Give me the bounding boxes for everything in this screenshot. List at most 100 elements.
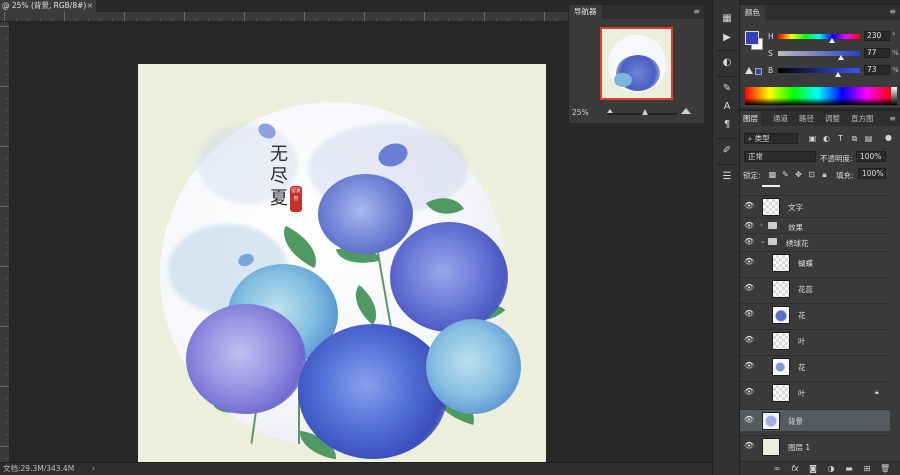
saturation-slider[interactable]: [778, 51, 860, 56]
lock-all-icon[interactable]: 🔒︎: [820, 170, 829, 179]
divider: [717, 138, 737, 139]
hue-input[interactable]: 230: [864, 31, 890, 41]
brush-icon[interactable]: ✐: [720, 144, 734, 158]
visibility-eye-icon[interactable]: 👁︎: [744, 336, 754, 344]
lock-transparent-icon[interactable]: ▩: [768, 170, 777, 179]
visibility-eye-icon[interactable]: 👁︎: [744, 442, 754, 450]
tab-channels[interactable]: 通道: [770, 111, 791, 126]
layer-row[interactable]: 👁︎ 文字: [740, 195, 890, 217]
artboard[interactable]: 无 尽 夏 留夏春: [138, 64, 546, 472]
trash-icon[interactable]: 🗑︎: [880, 464, 890, 474]
lock-paint-icon[interactable]: ✎: [781, 170, 790, 179]
visibility-eye-icon[interactable]: 👁︎: [744, 258, 754, 266]
foreground-color-swatch[interactable]: [745, 31, 759, 45]
layer-name: 蝴蝶: [798, 259, 813, 268]
zoom-in-icon[interactable]: [681, 108, 691, 114]
filter-kind-dropdown[interactable]: ⌕ 类型: [744, 133, 798, 144]
status-menu-arrow[interactable]: ›: [92, 463, 95, 475]
tab-color[interactable]: 颜色: [740, 5, 765, 20]
ruler-tick: [244, 12, 245, 21]
hue-slider-knob[interactable]: [829, 38, 835, 43]
horizontal-ruler[interactable]: [0, 12, 568, 22]
out-of-gamut-warning-icon[interactable]: [745, 67, 753, 74]
vertical-ruler[interactable]: [0, 22, 10, 462]
filter-type-icon[interactable]: T: [836, 134, 845, 143]
layer-thumbnail: [772, 358, 790, 376]
color-spectrum-bar[interactable]: [745, 87, 891, 105]
layer-row[interactable]: 👁︎ 蝴蝶: [740, 251, 890, 273]
play-icon[interactable]: ▶: [720, 31, 734, 45]
lock-icon[interactable]: 🔒︎: [875, 388, 879, 397]
fill-input[interactable]: 100%: [858, 168, 886, 179]
layer-row[interactable]: 👁︎ 叶: [740, 329, 890, 351]
brightness-input[interactable]: 73: [864, 65, 890, 75]
panel-icon-strip: ▦ ▶ ◐ ✎ A ¶ ✐ ☰: [712, 0, 740, 475]
panel-menu-icon[interactable]: ≡: [889, 114, 896, 123]
zoom-slider-knob[interactable]: [642, 109, 648, 115]
grayscale-bar[interactable]: [891, 87, 897, 105]
chevron-down-icon[interactable]: ⌄: [760, 237, 766, 245]
tab-layers[interactable]: 图层: [740, 111, 761, 126]
visibility-eye-icon[interactable]: 👁︎: [744, 238, 754, 246]
chevron-right-icon[interactable]: ›: [760, 221, 763, 229]
paragraph-icon[interactable]: ¶: [720, 118, 734, 132]
mask-icon[interactable]: ◙: [808, 464, 818, 474]
layer-row-selected[interactable]: 👁︎ 背景: [740, 409, 890, 431]
close-icon[interactable]: ×: [87, 0, 93, 12]
adjust-icon[interactable]: ◐: [720, 56, 734, 70]
visibility-eye-icon[interactable]: 👁︎: [744, 202, 754, 210]
tab-adjustments[interactable]: 调整: [822, 111, 843, 126]
tab-histogram[interactable]: 直方图: [848, 111, 877, 126]
layer-row[interactable]: 👁︎ 花: [740, 303, 890, 325]
lock-label: 锁定:: [743, 171, 761, 180]
visibility-eye-icon[interactable]: 👁︎: [744, 362, 754, 370]
gamut-swatch[interactable]: [755, 68, 762, 75]
hue-slider[interactable]: [778, 34, 860, 39]
filter-pixel-icon[interactable]: ▣: [808, 134, 817, 143]
visibility-eye-icon[interactable]: 👁︎: [744, 416, 754, 424]
tab-navigator[interactable]: 导航器: [569, 5, 602, 19]
tab-paths[interactable]: 路径: [796, 111, 817, 126]
blend-mode-value: 正常: [748, 152, 763, 161]
saturation-input[interactable]: 77: [864, 48, 890, 58]
layer-group-row[interactable]: 👁︎ ⌄ 绣球花: [740, 233, 890, 249]
layer-list-top-edge: [740, 185, 890, 188]
panel-menu-icon[interactable]: ≡: [693, 7, 700, 16]
document-tab[interactable]: @ 25% (背景, RGB/8#) ×: [0, 0, 96, 12]
swatches-grid-icon[interactable]: ▦: [720, 12, 734, 26]
new-layer-icon[interactable]: ⊞: [862, 464, 872, 474]
navigator-thumbnail[interactable]: [600, 27, 673, 100]
layer-group-row[interactable]: 👁︎ › 效果: [740, 217, 890, 233]
layer-row[interactable]: 👁︎ 图层 1: [740, 435, 890, 457]
saturation-slider-knob[interactable]: [838, 55, 844, 60]
filter-adjust-icon[interactable]: ◐: [822, 134, 831, 143]
panel-menu-icon[interactable]: ≡: [889, 7, 896, 16]
brightness-slider[interactable]: [778, 68, 860, 73]
layer-row[interactable]: 👁︎ 叶 🔒︎: [740, 381, 890, 403]
canvas-workspace[interactable]: 无 尽 夏 留夏春: [10, 22, 568, 472]
sliders-icon[interactable]: ☰: [720, 170, 734, 184]
layer-name: 图层 1: [788, 443, 811, 452]
filter-toggle-icon[interactable]: ●: [884, 133, 893, 142]
brightness-slider-knob[interactable]: [835, 72, 841, 77]
adjustment-icon[interactable]: ◑: [826, 464, 836, 474]
folder-icon[interactable]: ▬: [844, 464, 854, 474]
visibility-eye-icon[interactable]: 👁︎: [744, 284, 754, 292]
filter-shape-icon[interactable]: ⧉: [850, 134, 859, 143]
fx-icon[interactable]: fx: [790, 464, 800, 474]
link-icon[interactable]: ∞: [772, 464, 782, 474]
visibility-eye-icon[interactable]: 👁︎: [744, 310, 754, 318]
folder-open-icon: [768, 238, 777, 245]
layer-row[interactable]: 👁︎ 花蕊: [740, 277, 890, 299]
filter-smart-icon[interactable]: ▤: [864, 134, 873, 143]
character-icon[interactable]: A: [720, 100, 734, 114]
visibility-eye-icon[interactable]: 👁︎: [744, 222, 754, 230]
lock-move-icon[interactable]: ✥: [794, 170, 803, 179]
brush-settings-icon[interactable]: ✎: [720, 82, 734, 96]
blend-mode-dropdown[interactable]: 正常: [744, 151, 816, 162]
opacity-input[interactable]: 100%: [856, 151, 886, 162]
visibility-eye-icon[interactable]: 👁︎: [744, 388, 754, 396]
navigator-zoom-value[interactable]: 25%: [572, 108, 589, 117]
lock-artboard-icon[interactable]: ⊡: [807, 170, 816, 179]
layer-row[interactable]: 👁︎ 花: [740, 355, 890, 377]
